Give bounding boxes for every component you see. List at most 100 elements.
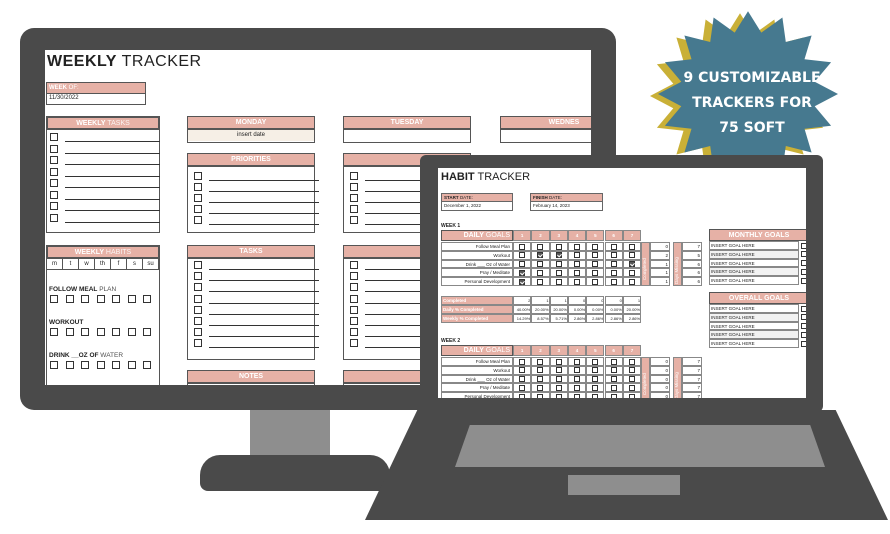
goal-checkbox[interactable] <box>537 269 544 276</box>
task-line[interactable] <box>209 347 319 349</box>
checkbox[interactable] <box>350 305 358 314</box>
goal-checkbox[interactable] <box>573 358 580 365</box>
checkbox[interactable] <box>194 205 202 213</box>
goal-checkbox[interactable] <box>628 252 635 259</box>
checkbox[interactable] <box>194 272 202 281</box>
checkbox[interactable] <box>194 216 202 224</box>
task-line[interactable] <box>209 213 319 214</box>
task-line[interactable] <box>65 210 160 211</box>
task-line[interactable] <box>65 221 160 223</box>
checkbox[interactable] <box>50 202 58 210</box>
checkbox[interactable] <box>50 167 58 176</box>
checkbox[interactable] <box>350 328 358 337</box>
date-input[interactable]: insert date <box>188 130 314 141</box>
checkbox[interactable] <box>350 272 358 281</box>
goal-checkbox[interactable] <box>537 358 544 365</box>
habit-checkbox[interactable] <box>65 295 74 303</box>
task-line[interactable] <box>209 291 319 293</box>
goal-checkbox[interactable] <box>628 358 635 365</box>
goal-checkbox[interactable] <box>592 376 599 383</box>
habit-checkbox[interactable] <box>65 328 74 336</box>
goal-checkbox[interactable] <box>628 243 635 250</box>
checkbox[interactable] <box>350 172 358 180</box>
checkbox[interactable] <box>194 194 202 202</box>
goal-checkbox[interactable] <box>610 367 617 374</box>
goal-checkbox[interactable] <box>519 269 525 276</box>
goal-checkbox[interactable] <box>610 278 617 285</box>
goal-checkbox[interactable] <box>801 323 806 330</box>
goal-checkbox[interactable] <box>555 393 562 398</box>
goal-checkbox[interactable] <box>537 384 544 391</box>
task-line[interactable] <box>65 152 160 154</box>
goal-checkbox[interactable] <box>801 268 806 275</box>
start-date-input[interactable]: December 1, 2022 <box>442 202 512 209</box>
checkbox[interactable] <box>194 261 202 269</box>
goal-checkbox[interactable] <box>519 367 525 374</box>
task-line[interactable] <box>209 325 319 326</box>
goal-checkbox[interactable] <box>628 278 635 285</box>
checkbox[interactable] <box>194 339 202 348</box>
task-line[interactable] <box>65 198 160 200</box>
goal-checkbox[interactable] <box>555 243 562 250</box>
checkbox[interactable] <box>350 183 358 191</box>
checkbox[interactable] <box>194 183 202 191</box>
goal-checkbox[interactable] <box>801 251 806 258</box>
goal-checkbox[interactable] <box>537 393 544 398</box>
goal-checkbox[interactable] <box>610 269 617 276</box>
week-of-input[interactable]: 11/30/2022 <box>47 94 145 102</box>
habit-checkbox[interactable] <box>143 361 151 369</box>
goal-checkbox[interactable] <box>628 376 635 383</box>
goal-checkbox[interactable] <box>555 261 562 268</box>
habit-checkbox[interactable] <box>65 361 74 369</box>
checkbox[interactable] <box>194 328 202 337</box>
task-line[interactable] <box>209 191 319 192</box>
habit-checkbox[interactable] <box>50 328 58 336</box>
goal-checkbox[interactable] <box>519 376 525 383</box>
habit-checkbox[interactable] <box>96 328 105 336</box>
task-line[interactable] <box>65 141 160 142</box>
goal-checkbox[interactable] <box>537 252 544 259</box>
goal-checkbox[interactable] <box>610 261 617 268</box>
goal-checkbox[interactable] <box>573 393 580 398</box>
checkbox[interactable] <box>350 283 358 292</box>
goal-checkbox[interactable] <box>555 358 562 365</box>
goal-checkbox[interactable] <box>555 252 562 259</box>
checkbox[interactable] <box>194 172 202 180</box>
goal-checkbox[interactable] <box>592 384 599 391</box>
habit-checkbox[interactable] <box>81 295 89 303</box>
goal-checkbox[interactable] <box>610 252 617 259</box>
task-line[interactable] <box>209 202 319 203</box>
goal-checkbox[interactable] <box>628 261 635 268</box>
goal-checkbox[interactable] <box>519 261 525 268</box>
goal-checkbox[interactable] <box>628 269 635 276</box>
goal-checkbox[interactable] <box>592 269 599 276</box>
goal-checkbox[interactable] <box>801 305 806 312</box>
goal-checkbox[interactable] <box>537 243 544 250</box>
task-line[interactable] <box>209 302 319 304</box>
checkbox[interactable] <box>50 144 58 153</box>
habit-checkbox[interactable] <box>127 328 136 336</box>
habit-checkbox[interactable] <box>50 361 58 369</box>
habit-checkbox[interactable] <box>112 328 120 336</box>
task-line[interactable] <box>65 187 160 188</box>
habit-checkbox[interactable] <box>112 295 120 303</box>
checkbox[interactable] <box>350 194 358 202</box>
habit-checkbox[interactable] <box>96 295 105 303</box>
goal-checkbox[interactable] <box>573 278 580 285</box>
goal-checkbox[interactable] <box>592 393 599 398</box>
goal-checkbox[interactable] <box>555 278 562 285</box>
goal-checkbox[interactable] <box>610 243 617 250</box>
goal-checkbox[interactable] <box>610 393 617 398</box>
task-line[interactable] <box>209 313 319 315</box>
goal-checkbox[interactable] <box>555 376 562 383</box>
goal-checkbox[interactable] <box>519 384 525 391</box>
goal-checkbox[interactable] <box>537 376 544 383</box>
checkbox[interactable] <box>50 213 58 222</box>
habit-checkbox[interactable] <box>143 328 151 336</box>
checkbox[interactable] <box>50 179 58 187</box>
checkbox[interactable] <box>350 205 358 213</box>
task-line[interactable] <box>65 175 160 177</box>
goal-checkbox[interactable] <box>801 331 806 338</box>
task-line[interactable] <box>209 280 319 282</box>
habit-checkbox[interactable] <box>50 295 58 303</box>
